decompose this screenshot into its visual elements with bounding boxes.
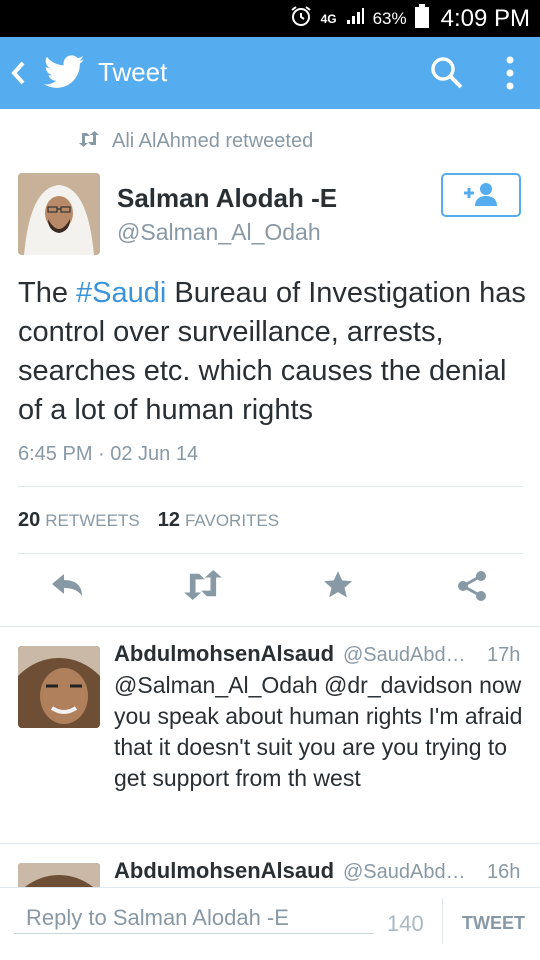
reply-text: @Salman_Al_Odah @dr_davidson now you spe… [114,672,523,791]
divider [442,898,443,944]
retweets-count: 20 [18,509,41,531]
list-item[interactable]: AbdulmohsenAlsaud @SaudAbdul... 17h @Sal… [0,627,540,843]
battery-icon [414,4,429,33]
tweet-stats: 20 RETWEETS 12 FAVORITES [18,509,279,532]
follow-icon [461,182,501,210]
back-icon[interactable] [8,59,28,92]
retweet-icon [78,130,100,153]
reply-author-handle[interactable]: @SaudAbdul... [343,861,475,884]
favorites-count: 12 [157,509,180,531]
retweet-action-icon[interactable] [182,570,224,605]
reply-avatar[interactable] [18,646,100,728]
reply-avatar[interactable] [18,863,100,887]
status-bar: 4G 63% 4:09 PM [0,0,540,37]
author-avatar[interactable] [18,173,100,255]
tweet-text-start: The [18,277,77,309]
list-item[interactable]: AbdulmohsenAlsaud @SaudAbdul... 16h [0,844,540,887]
reply-icon[interactable] [50,570,86,605]
network-type: 4G [320,11,337,26]
author-handle[interactable]: @Salman_Al_Odah [117,219,321,246]
alarm-icon [289,4,313,33]
reply-author-handle[interactable]: @SaudAbdul... [343,644,475,667]
twitter-bird-icon[interactable] [44,55,84,94]
tweet-timestamp: 6:45 PM · 02 Jun 14 [18,443,199,465]
share-icon[interactable] [456,570,488,607]
search-icon[interactable] [430,56,464,95]
retweeted-by-label: Ali AlAhmed retweeted [112,130,314,152]
reply-input[interactable] [14,902,374,934]
favorites-label: FAVORITES [184,511,280,530]
page-title: Tweet [98,57,168,87]
reply-time: 17h [487,644,521,666]
retweets-label: RETWEETS [45,511,140,530]
reply-time: 16h [487,861,521,883]
favorites-stat[interactable]: 12 FAVORITES [158,509,279,532]
overflow-menu-icon[interactable] [505,55,515,96]
author-name[interactable]: Salman Alodah -E [117,183,337,214]
tweet-button[interactable]: TWEET [462,913,525,934]
signal-icon [345,6,365,31]
favorite-icon[interactable] [322,570,354,605]
char-counter: 140 [387,911,424,936]
app-bar: Tweet [0,37,540,109]
battery-percent: 63% [372,8,407,28]
tweet-text: The #Saudi Bureau of Investigation has c… [18,274,528,430]
hashtag-link[interactable]: #Saudi [76,277,166,309]
follow-button[interactable] [441,173,521,217]
retweets-stat[interactable]: 20 RETWEETS [18,509,140,532]
reply-author-name[interactable]: AbdulmohsenAlsaud [114,858,334,884]
retweeted-by[interactable]: Ali AlAhmed retweeted [78,130,313,153]
divider [18,486,522,487]
clock: 4:09 PM [440,4,530,32]
divider [18,553,522,554]
reply-compose-bar: 140 TWEET [0,887,540,960]
reply-author-name[interactable]: AbdulmohsenAlsaud [114,641,334,667]
